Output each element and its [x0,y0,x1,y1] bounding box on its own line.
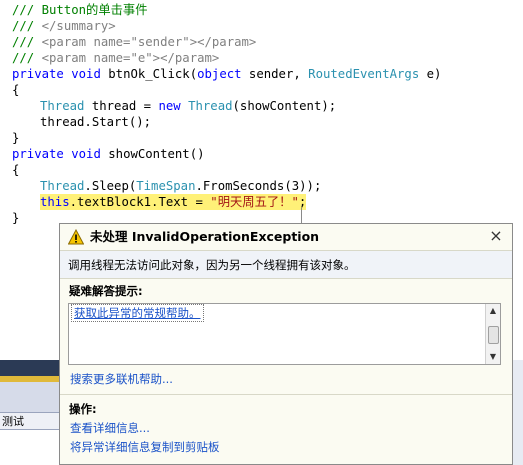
type-name: Thread [188,99,233,113]
code-line-12: Thread.Sleep(TimeSpan.FromSeconds(3)); [40,178,321,194]
close-icon[interactable]: × [488,227,504,245]
exception-assistant-popup: 未处理 InvalidOperationException × 调用线程无法访问… [59,223,513,465]
method-name: showContent() [100,147,205,161]
string-literal: "明天周五了！" [210,195,299,209]
code-line-2: /// </summary> [12,18,116,34]
code-text: sender, [241,67,309,81]
exception-message: 调用线程无法访问此对象，因为另一个线程拥有该对象。 [60,251,512,279]
code-line-1: /// Button的单击事件 [12,2,148,18]
type-name: Thread [40,99,85,113]
general-help-link[interactable]: 获取此异常的常规帮助。 [71,304,204,322]
comment-tag: <param name="sender"></param> [41,35,257,49]
keyword: private [12,147,64,161]
code-line-5: private void btnOk_Click(object sender, … [12,66,441,82]
troubleshooting-tips-label: 疑难解答提示: [69,284,143,298]
comment-tag: </summary> [41,19,116,33]
code-line-10: private void showContent() [12,146,205,162]
keyword: void [71,67,101,81]
code-line-4: /// <param name="e"></param> [12,50,219,66]
type-name: Thread [40,179,85,193]
comment-tag: <param name="e"></param> [41,51,220,65]
scroll-down-icon[interactable]: ▼ [486,350,500,364]
comment-text: Button的单击事件 [41,3,148,17]
code-text: .FromSeconds(3)); [195,179,322,193]
comment-prefix: /// [12,51,42,65]
copy-exception-details-link[interactable]: 将异常详细信息复制到剪贴板 [70,439,220,455]
code-line-8: thread.Start(); [40,115,152,129]
code-line-7: Thread thread = new Thread(showContent); [40,98,336,114]
type-name: RoutedEventArgs [308,67,420,81]
popup-title: 未处理 InvalidOperationException [90,229,320,244]
keyword: new [158,99,181,113]
code-text: ; [298,195,307,209]
method-name: btnOk_Click( [100,67,198,81]
warning-icon [68,229,84,245]
code-line-13-highlighted[interactable]: this.textBlock1.Text = "明天周五了！"; [40,194,307,210]
divider [60,394,512,395]
code-line-9: } [12,131,20,145]
keyword: this [40,195,70,209]
code-text: .Sleep( [84,179,137,193]
troubleshooting-tips-list[interactable]: 获取此异常的常规帮助。 ▲ ▼ [68,303,501,365]
code-line-6: { [12,83,20,97]
keyword: private [12,67,64,81]
popup-header: 未处理 InvalidOperationException × [60,224,512,251]
code-text: thread = [84,99,159,113]
code-line-11: { [12,163,20,177]
code-line-14: } [12,211,20,225]
comment-prefix: /// [12,35,42,49]
keyword: object [197,67,242,81]
actions-label: 操作: [69,402,97,416]
panel-toolbar [0,382,60,412]
popup-pointer-line [301,208,302,224]
code-text: .textBlock1.Text = [69,195,211,209]
code-text: (showContent); [232,99,337,113]
tips-scrollbar[interactable]: ▲ ▼ [485,304,500,364]
view-details-link[interactable]: 查看详细信息... [70,420,150,436]
search-online-help-link[interactable]: 搜索更多联机帮助... [70,371,173,387]
panel-header-bar [0,360,60,376]
code-text: e) [419,67,442,81]
keyword: void [71,147,101,161]
scroll-thumb[interactable] [488,326,499,344]
tab-test[interactable]: 测试 [0,412,60,430]
code-line-3: /// <param name="sender"></param> [12,34,256,50]
type-name: TimeSpan [136,179,196,193]
comment-prefix: /// [12,3,42,17]
comment-prefix: /// [12,19,42,33]
scroll-up-icon[interactable]: ▲ [486,304,500,318]
